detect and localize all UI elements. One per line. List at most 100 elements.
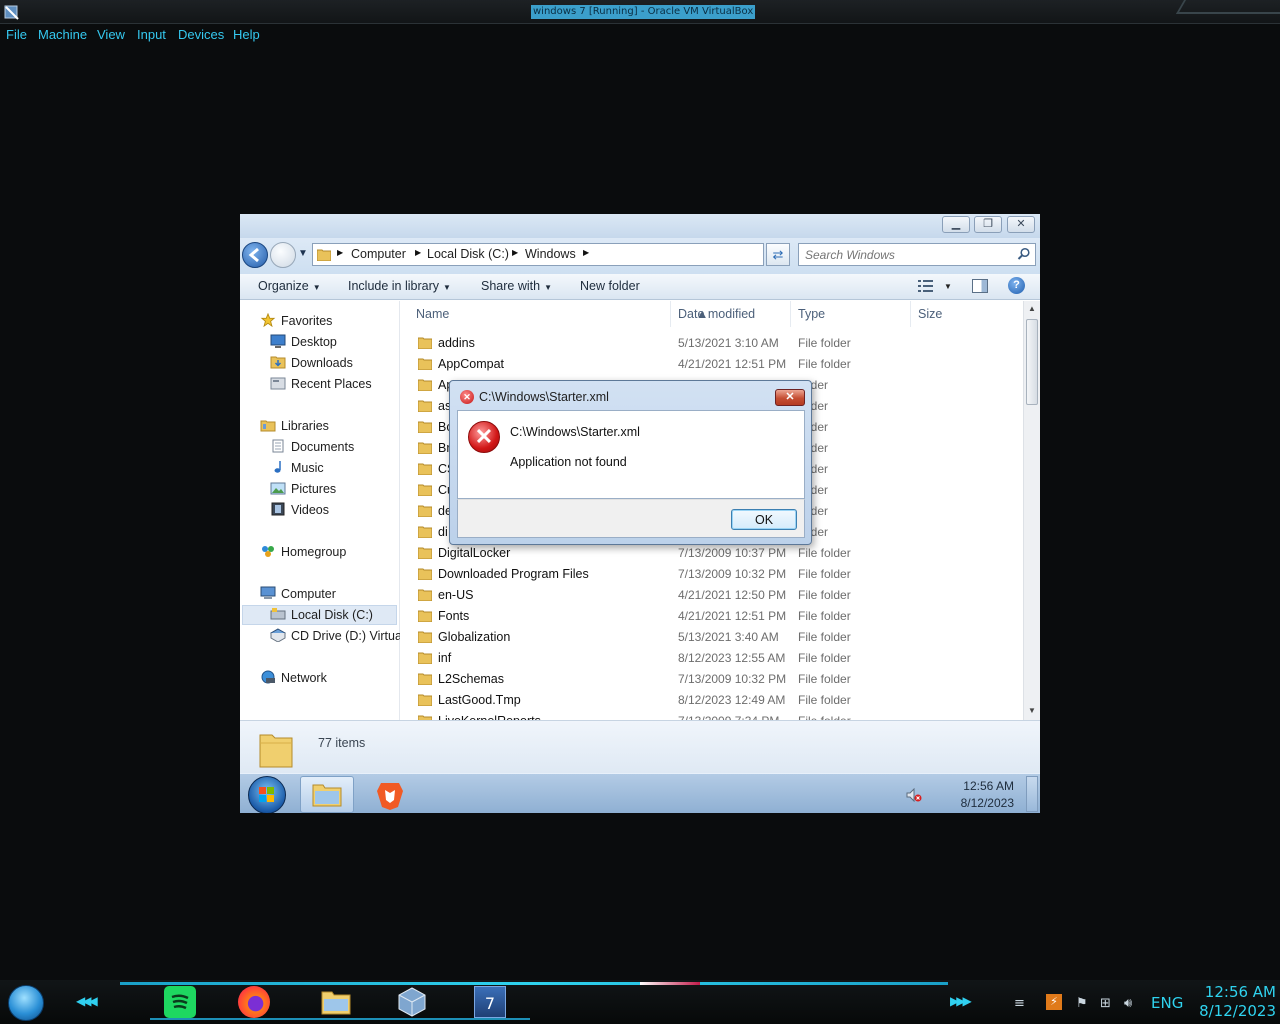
show-desktop-button[interactable]	[1026, 776, 1038, 812]
menu-devices[interactable]: Devices	[178, 27, 224, 42]
host-titlebar[interactable]: windows 7 [Running] - Oracle VM VirtualB…	[0, 0, 1280, 24]
vertical-scrollbar[interactable]: ▲ ▼	[1023, 301, 1040, 720]
minimize-button[interactable]: ▁	[942, 216, 970, 233]
table-row[interactable]: DigitalLocker 7/13/2009 10:37 PM File fold…	[400, 543, 1023, 564]
nav-documents[interactable]: Documents	[291, 440, 354, 454]
scroll-thumb[interactable]	[1026, 319, 1038, 405]
virtualbox-icon[interactable]	[396, 986, 428, 1018]
table-row[interactable]: LastGood.Tmp 8/12/2023 12:49 AM File folde…	[400, 690, 1023, 711]
search-input[interactable]	[799, 244, 1011, 265]
file-explorer-icon[interactable]	[320, 986, 352, 1018]
breadcrumb-windows[interactable]: Windows	[525, 247, 576, 261]
table-row[interactable]: L2Schemas 7/13/2009 10:32 PM File folder	[400, 669, 1023, 690]
nav-pictures[interactable]: Pictures	[291, 482, 336, 496]
search-box[interactable]	[798, 243, 1036, 266]
column-header-date[interactable]: Date modified	[678, 307, 755, 321]
table-row[interactable]: Globalization 5/13/2021 3:40 AM File folde…	[400, 627, 1023, 648]
scroll-up-icon[interactable]: ▲	[1028, 304, 1036, 313]
nav-downloads[interactable]: Downloads	[291, 356, 353, 370]
table-row[interactable]: LiveKernelReports7/13/2009 7:34 PMFile f…	[400, 711, 1023, 720]
table-row[interactable]: inf 8/12/2023 12:55 AM File folder	[400, 648, 1023, 669]
nav-homegroup[interactable]: Homegroup	[281, 545, 346, 559]
dialog-close-button[interactable]: ✕	[775, 389, 805, 406]
table-row[interactable]: AppCompat 4/21/2021 12:51 PM File folder	[400, 354, 1023, 375]
menu-machine[interactable]: Machine	[38, 27, 87, 42]
column-header-type[interactable]: Type	[798, 307, 825, 321]
brave-icon[interactable]	[373, 778, 407, 812]
host-clock-time[interactable]: 12:56 AM	[1186, 983, 1276, 1001]
spotify-icon[interactable]	[164, 986, 196, 1018]
explorer-titlebar[interactable]: ▁ ❐ ✕	[240, 214, 1040, 238]
taskbar-explorer-button[interactable]	[300, 776, 354, 813]
address-row: ▼ ▶ Computer ▶ Local Disk (C:) ▶ Windows…	[240, 238, 1040, 274]
table-row[interactable]: addins 5/13/2021 3:10 AM File folder	[400, 333, 1023, 354]
refresh-button[interactable]: ⇄	[766, 243, 790, 266]
column-header-size[interactable]: Size	[918, 307, 942, 321]
nav-cd-drive[interactable]: CD Drive (D:) Virtual	[291, 629, 405, 643]
nav-music[interactable]: Music	[291, 461, 324, 475]
organize-menu[interactable]: Organize ▼	[258, 279, 321, 293]
guest-clock-time[interactable]: 12:56 AM	[944, 779, 1014, 793]
forward-button[interactable]	[270, 242, 296, 268]
host-clock-date[interactable]: 8/12/2023	[1186, 1002, 1276, 1020]
input-language[interactable]: ENG	[1151, 994, 1183, 1012]
close-button[interactable]: ✕	[1007, 216, 1035, 233]
column-divider[interactable]	[670, 301, 671, 327]
breadcrumb-separator-icon[interactable]: ▶	[512, 248, 518, 257]
tray-app-icon[interactable]: ⚡	[1046, 994, 1062, 1010]
scroll-down-icon[interactable]: ▼	[1028, 706, 1036, 715]
breadcrumb-separator-icon[interactable]: ▶	[337, 248, 343, 257]
action-center-flag-icon[interactable]: ⚑	[1076, 996, 1088, 1011]
command-bar: Organize ▼ Include in library ▼ Share with…	[240, 274, 1040, 300]
table-row[interactable]: Downloaded Program Files 7/13/2009 10:32 …	[400, 564, 1023, 585]
nav-network[interactable]: Network	[281, 671, 327, 685]
nav-computer[interactable]: Computer	[281, 587, 336, 601]
include-in-library-menu[interactable]: Include in library ▼	[348, 279, 451, 293]
menu-input[interactable]: Input	[137, 27, 166, 42]
column-divider[interactable]	[910, 301, 911, 327]
menu-help[interactable]: Help	[233, 27, 260, 42]
volume-muted-icon[interactable]	[906, 788, 922, 802]
nav-local-disk[interactable]: Local Disk (C:)	[291, 608, 373, 622]
help-icon[interactable]: ?	[1008, 277, 1025, 294]
nav-desktop[interactable]: Desktop	[291, 335, 337, 349]
column-header-name[interactable]: Name	[416, 307, 449, 321]
network-tray-icon[interactable]: ⊞	[1100, 996, 1111, 1011]
breadcrumb-separator-icon[interactable]: ▶	[415, 248, 421, 257]
menu-view[interactable]: View	[97, 27, 125, 42]
table-row[interactable]: en-US 4/21/2021 12:50 PM File folder	[400, 585, 1023, 606]
host-start-button[interactable]	[8, 985, 44, 1021]
breadcrumb-local-disk[interactable]: Local Disk (C:)	[427, 247, 509, 261]
volume-icon[interactable]: 🔊︎	[1124, 996, 1132, 1011]
start-button[interactable]	[248, 776, 286, 813]
view-options-icon[interactable]	[918, 279, 936, 293]
breadcrumb-separator-icon[interactable]: ▶	[583, 248, 589, 257]
share-with-menu[interactable]: Share with ▼	[481, 279, 552, 293]
share-label: Share with	[481, 279, 541, 293]
nav-videos[interactable]: Videos	[291, 503, 329, 517]
table-row[interactable]: Fonts 4/21/2021 12:51 PM File folder	[400, 606, 1023, 627]
tray-overflow-icon[interactable]: ≡	[1014, 996, 1025, 1011]
new-folder-button[interactable]: New folder	[580, 279, 640, 293]
firefox-icon[interactable]	[238, 986, 270, 1018]
error-dialog[interactable]: ✕ C:\Windows\Starter.xml ✕ ✕ C:\Windows\…	[449, 380, 812, 545]
downloads-folder-icon	[270, 356, 286, 369]
search-icon[interactable]	[1017, 247, 1031, 261]
nav-favorites[interactable]: Favorites	[281, 314, 332, 328]
back-button[interactable]	[242, 242, 268, 268]
breadcrumb-computer[interactable]: Computer	[351, 247, 406, 261]
virtualbox-icon	[4, 5, 19, 20]
column-divider[interactable]	[790, 301, 791, 327]
view-dropdown-icon[interactable]: ▼	[944, 282, 952, 291]
menu-file[interactable]: File	[6, 27, 27, 42]
ok-button[interactable]: OK	[731, 509, 797, 530]
maximize-button[interactable]: ❐	[974, 216, 1002, 233]
address-bar[interactable]: ▶ Computer ▶ Local Disk (C:) ▶ Windows ▶…	[312, 243, 828, 266]
arrow-left-icon	[248, 247, 259, 263]
guest-clock-date[interactable]: 8/12/2023	[944, 796, 1014, 810]
recent-pages-dropdown-icon[interactable]: ▼	[298, 248, 308, 259]
nav-libraries[interactable]: Libraries	[281, 419, 329, 433]
preview-pane-icon[interactable]	[972, 279, 988, 293]
nav-recent-places[interactable]: Recent Places	[291, 377, 372, 391]
windows7-vm-icon[interactable]: 7	[474, 986, 506, 1018]
